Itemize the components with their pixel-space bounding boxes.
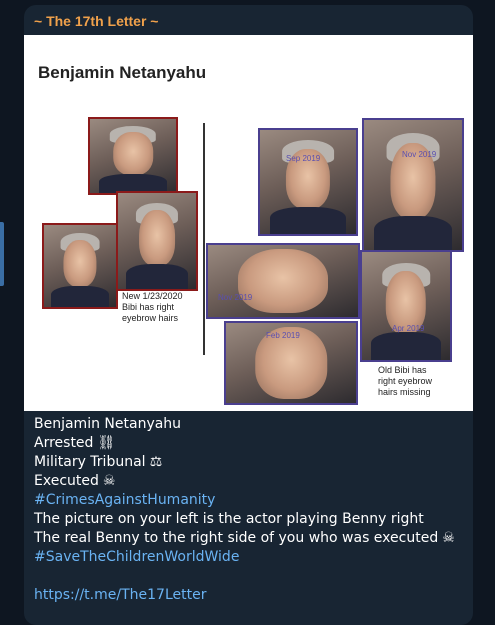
- message-line-arrested: Arrested ⛓: [34, 435, 116, 451]
- channel-link[interactable]: https://t.me/The17Letter: [34, 586, 464, 605]
- message-bubble: ~ The 17th Letter ~ Benjamin Netanyahu N…: [24, 5, 473, 625]
- scroll-accent-bar: [0, 222, 4, 286]
- image-divider: [203, 123, 205, 355]
- message-line-tribunal: Military Tribunal ⚖: [34, 454, 163, 470]
- photo-left-middle: [42, 223, 118, 309]
- left-caption: New 1/23/2020 Bibi has right eyebrow hai…: [122, 291, 183, 323]
- skull-crossbones-icon: ☠: [442, 530, 455, 546]
- photo-left-top: [88, 117, 178, 195]
- scales-icon: ⚖: [149, 454, 163, 470]
- message-line-name: Benjamin Netanyahu: [34, 416, 182, 432]
- channel-name[interactable]: ~ The 17th Letter ~: [34, 13, 158, 29]
- chains-icon: ⛓: [97, 435, 116, 451]
- hashtag-crimes-against-humanity[interactable]: #CrimesAgainstHumanity: [34, 491, 464, 510]
- message-line-right-picture: The real Benny to the right side of you …: [34, 530, 455, 546]
- message-line-left-picture: The picture on your left is the actor pl…: [34, 511, 424, 527]
- right-caption: Old Bibi has right eyebrow hairs missing: [378, 365, 433, 397]
- photo-feb-2019: Feb 2019: [224, 321, 358, 405]
- photo-nov-2019-b: Nov 2019: [206, 243, 360, 319]
- photo-sep-2019: Sep 2019: [258, 128, 358, 236]
- photo-left-main: [116, 191, 198, 291]
- image-title: Benjamin Netanyahu: [38, 63, 207, 82]
- photo-apr-2019: Apr 2019: [360, 250, 452, 362]
- photo-nov-2019-a: Nov 2019: [362, 118, 464, 252]
- message-line-executed: Executed ☠: [34, 473, 116, 489]
- hashtag-save-the-children[interactable]: #SaveTheChildrenWorldWide: [34, 548, 464, 567]
- message-image[interactable]: Benjamin Netanyahu New 1/23/2020 Bibi ha…: [24, 35, 473, 411]
- message-text: Benjamin Netanyahu Arrested ⛓ Military Tr…: [34, 415, 464, 605]
- skull-crossbones-icon: ☠: [102, 473, 116, 489]
